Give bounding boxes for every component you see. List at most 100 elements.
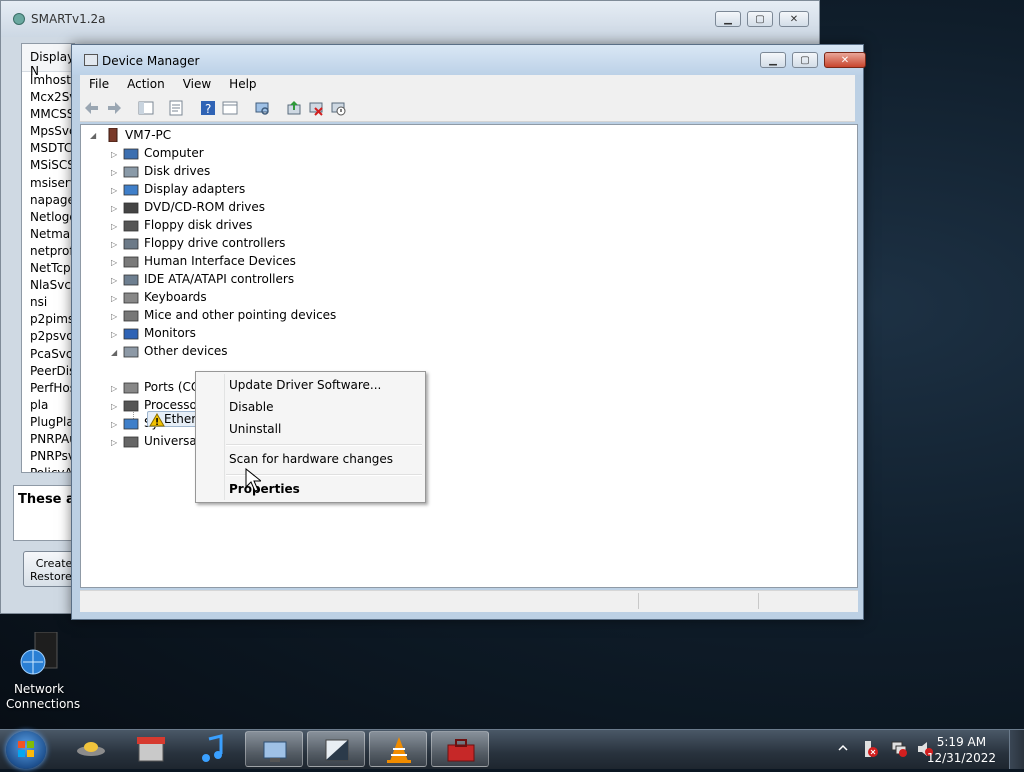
tree-item-category[interactable]: IDE ATA/ATAPI controllers xyxy=(144,270,294,288)
service-list-item[interactable]: napagent xyxy=(22,192,74,209)
service-list-item[interactable]: pla xyxy=(22,397,74,414)
list-column-header[interactable]: Display N xyxy=(22,44,74,78)
taskbar-app-store[interactable] xyxy=(122,731,180,767)
smart-titlebar[interactable]: SMARTv1.2a ▁ ▢ ✕ xyxy=(1,1,819,37)
expand-arrow-icon[interactable]: ▷ xyxy=(111,204,117,213)
service-list-item[interactable]: Mcx2Svc xyxy=(22,89,74,106)
expand-arrow-icon[interactable]: ▷ xyxy=(111,168,117,177)
service-list-item[interactable]: MSiSCSI xyxy=(22,157,74,174)
show-desktop-button[interactable] xyxy=(1009,730,1024,769)
expand-arrow-icon[interactable]: ▷ xyxy=(111,276,117,285)
action-center-icon[interactable] xyxy=(862,740,878,758)
service-list-item[interactable]: PNRPsvc xyxy=(22,448,74,465)
update-driver-icon[interactable] xyxy=(286,100,302,116)
service-list-item[interactable]: PcaSvc xyxy=(22,346,74,363)
service-list-item[interactable]: NetTcpP xyxy=(22,260,74,277)
tree-item-category[interactable]: Keyboards xyxy=(144,288,207,306)
forward-arrow-icon[interactable] xyxy=(106,100,122,116)
device-tree[interactable]: ◢ VM7-PC ▷ Computer ▷ Disk drives ▷ Display a… xyxy=(80,124,858,588)
disable-device-icon[interactable] xyxy=(330,100,346,116)
tree-item-category[interactable]: Monitors xyxy=(144,324,196,342)
maximize-button[interactable]: ▢ xyxy=(747,11,773,27)
scan-hardware-icon[interactable] xyxy=(254,100,270,116)
show-hide-console-tree-icon[interactable] xyxy=(138,100,154,116)
close-button[interactable]: ✕ xyxy=(824,52,866,68)
menu-file[interactable]: File xyxy=(80,75,118,95)
expand-arrow-icon[interactable]: ▷ xyxy=(111,240,117,249)
view-icon[interactable] xyxy=(222,100,238,116)
tree-item-category[interactable]: Floppy disk drives xyxy=(144,216,252,234)
collapse-arrow-icon[interactable]: ◢ xyxy=(90,131,96,140)
expand-arrow-icon[interactable]: ▷ xyxy=(111,420,117,429)
uninstall-icon[interactable] xyxy=(308,100,324,116)
service-list-item[interactable]: msiserver xyxy=(22,175,74,192)
collapse-arrow-icon[interactable]: ◢ xyxy=(111,348,117,357)
start-button[interactable] xyxy=(6,731,46,769)
menu-action[interactable]: Action xyxy=(118,75,174,95)
tree-item-category[interactable]: Other devices xyxy=(144,342,228,360)
tree-root-vm7-pc[interactable]: VM7-PC xyxy=(125,126,171,144)
expand-arrow-icon[interactable]: ▷ xyxy=(111,294,117,303)
context-menu[interactable]: Update Driver Software... Disable Uninst… xyxy=(195,371,426,503)
taskbar-app-ufo[interactable] xyxy=(62,731,120,767)
menu-item-disable[interactable]: Disable xyxy=(229,397,274,417)
minimize-button[interactable]: ▁ xyxy=(760,52,786,68)
system-clock[interactable]: 5:19 AM 12/31/2022 xyxy=(927,734,996,766)
service-list-item[interactable]: p2pimsvc xyxy=(22,311,74,328)
service-list-item[interactable]: PerfHost xyxy=(22,380,74,397)
taskbar-app-vlc[interactable] xyxy=(369,731,427,767)
menu-item-properties[interactable]: Properties xyxy=(229,479,300,499)
service-list-item[interactable]: PeerDist xyxy=(22,363,74,380)
service-list-item[interactable]: lmhosts xyxy=(22,72,74,89)
minimize-button[interactable]: ▁ xyxy=(715,11,741,27)
menu-item-update-driver[interactable]: Update Driver Software... xyxy=(229,375,381,395)
taskbar-app-music[interactable] xyxy=(184,731,242,767)
help-icon[interactable]: ? xyxy=(200,100,216,116)
desktop-icon-network-connections[interactable]: Network Connections xyxy=(6,631,80,712)
expand-arrow-icon[interactable]: ▷ xyxy=(111,330,117,339)
service-list-item[interactable]: PlugPlay xyxy=(22,414,74,431)
network-status-icon[interactable] xyxy=(890,740,908,758)
expand-arrow-icon[interactable]: ▷ xyxy=(111,186,117,195)
service-list-item[interactable]: PNRPAu xyxy=(22,431,74,448)
expand-arrow-icon[interactable]: ▷ xyxy=(111,312,117,321)
menu-view[interactable]: View xyxy=(174,75,220,95)
service-list-item[interactable]: nsi xyxy=(22,294,74,311)
tree-item-category[interactable]: Computer xyxy=(144,144,204,162)
menu-help[interactable]: Help xyxy=(220,75,265,95)
expand-arrow-icon[interactable]: ▷ xyxy=(111,258,117,267)
service-list-item[interactable]: MpsSvc xyxy=(22,123,74,140)
tree-item-category[interactable]: DVD/CD-ROM drives xyxy=(144,198,265,216)
service-list-item[interactable]: MSDTC xyxy=(22,140,74,157)
close-button[interactable]: ✕ xyxy=(779,11,809,27)
expand-arrow-icon[interactable]: ▷ xyxy=(111,402,117,411)
services-list[interactable]: Display N lmhostsMcx2SvcMMCSSMpsSvcMSDTC… xyxy=(21,43,75,473)
expand-arrow-icon[interactable]: ▷ xyxy=(111,150,117,159)
back-arrow-icon[interactable] xyxy=(84,100,100,116)
properties-icon[interactable] xyxy=(168,100,184,116)
menu-item-scan-hardware[interactable]: Scan for hardware changes xyxy=(229,449,393,469)
tree-item-category[interactable]: Human Interface Devices xyxy=(144,252,296,270)
tree-item-category[interactable]: Disk drives xyxy=(144,162,210,180)
service-list-item[interactable]: Netman xyxy=(22,226,74,243)
expand-arrow-icon[interactable]: ▷ xyxy=(111,384,117,393)
service-list-item[interactable]: Netlogon xyxy=(22,209,74,226)
service-list-item[interactable]: NlaSvc xyxy=(22,277,74,294)
taskbar-app-toolbox[interactable] xyxy=(431,731,489,767)
service-list-item[interactable]: p2psvc xyxy=(22,328,74,345)
tree-item-category[interactable]: Mice and other pointing devices xyxy=(144,306,336,324)
show-hidden-icons-icon[interactable] xyxy=(838,743,848,753)
tree-item-category[interactable]: Display adapters xyxy=(144,180,245,198)
service-list-item[interactable]: PolicyAg xyxy=(22,465,74,472)
expand-arrow-icon[interactable]: ▷ xyxy=(111,222,117,231)
taskbar-app-smart[interactable] xyxy=(307,731,365,767)
service-list-item[interactable]: netprofm xyxy=(22,243,74,260)
menu-item-uninstall[interactable]: Uninstall xyxy=(229,419,281,439)
maximize-button[interactable]: ▢ xyxy=(792,52,818,68)
dm-titlebar[interactable]: Device Manager ▁ ▢ ✕ xyxy=(72,45,866,75)
taskbar-app-device-manager[interactable] xyxy=(245,731,303,767)
expand-arrow-icon[interactable]: ▷ xyxy=(111,438,117,447)
tree-item-category[interactable]: Universal xyxy=(144,432,200,450)
service-list-item[interactable]: MMCSS xyxy=(22,106,74,123)
device-manager-window[interactable]: Device Manager ▁ ▢ ✕ File Action View He… xyxy=(71,44,866,620)
